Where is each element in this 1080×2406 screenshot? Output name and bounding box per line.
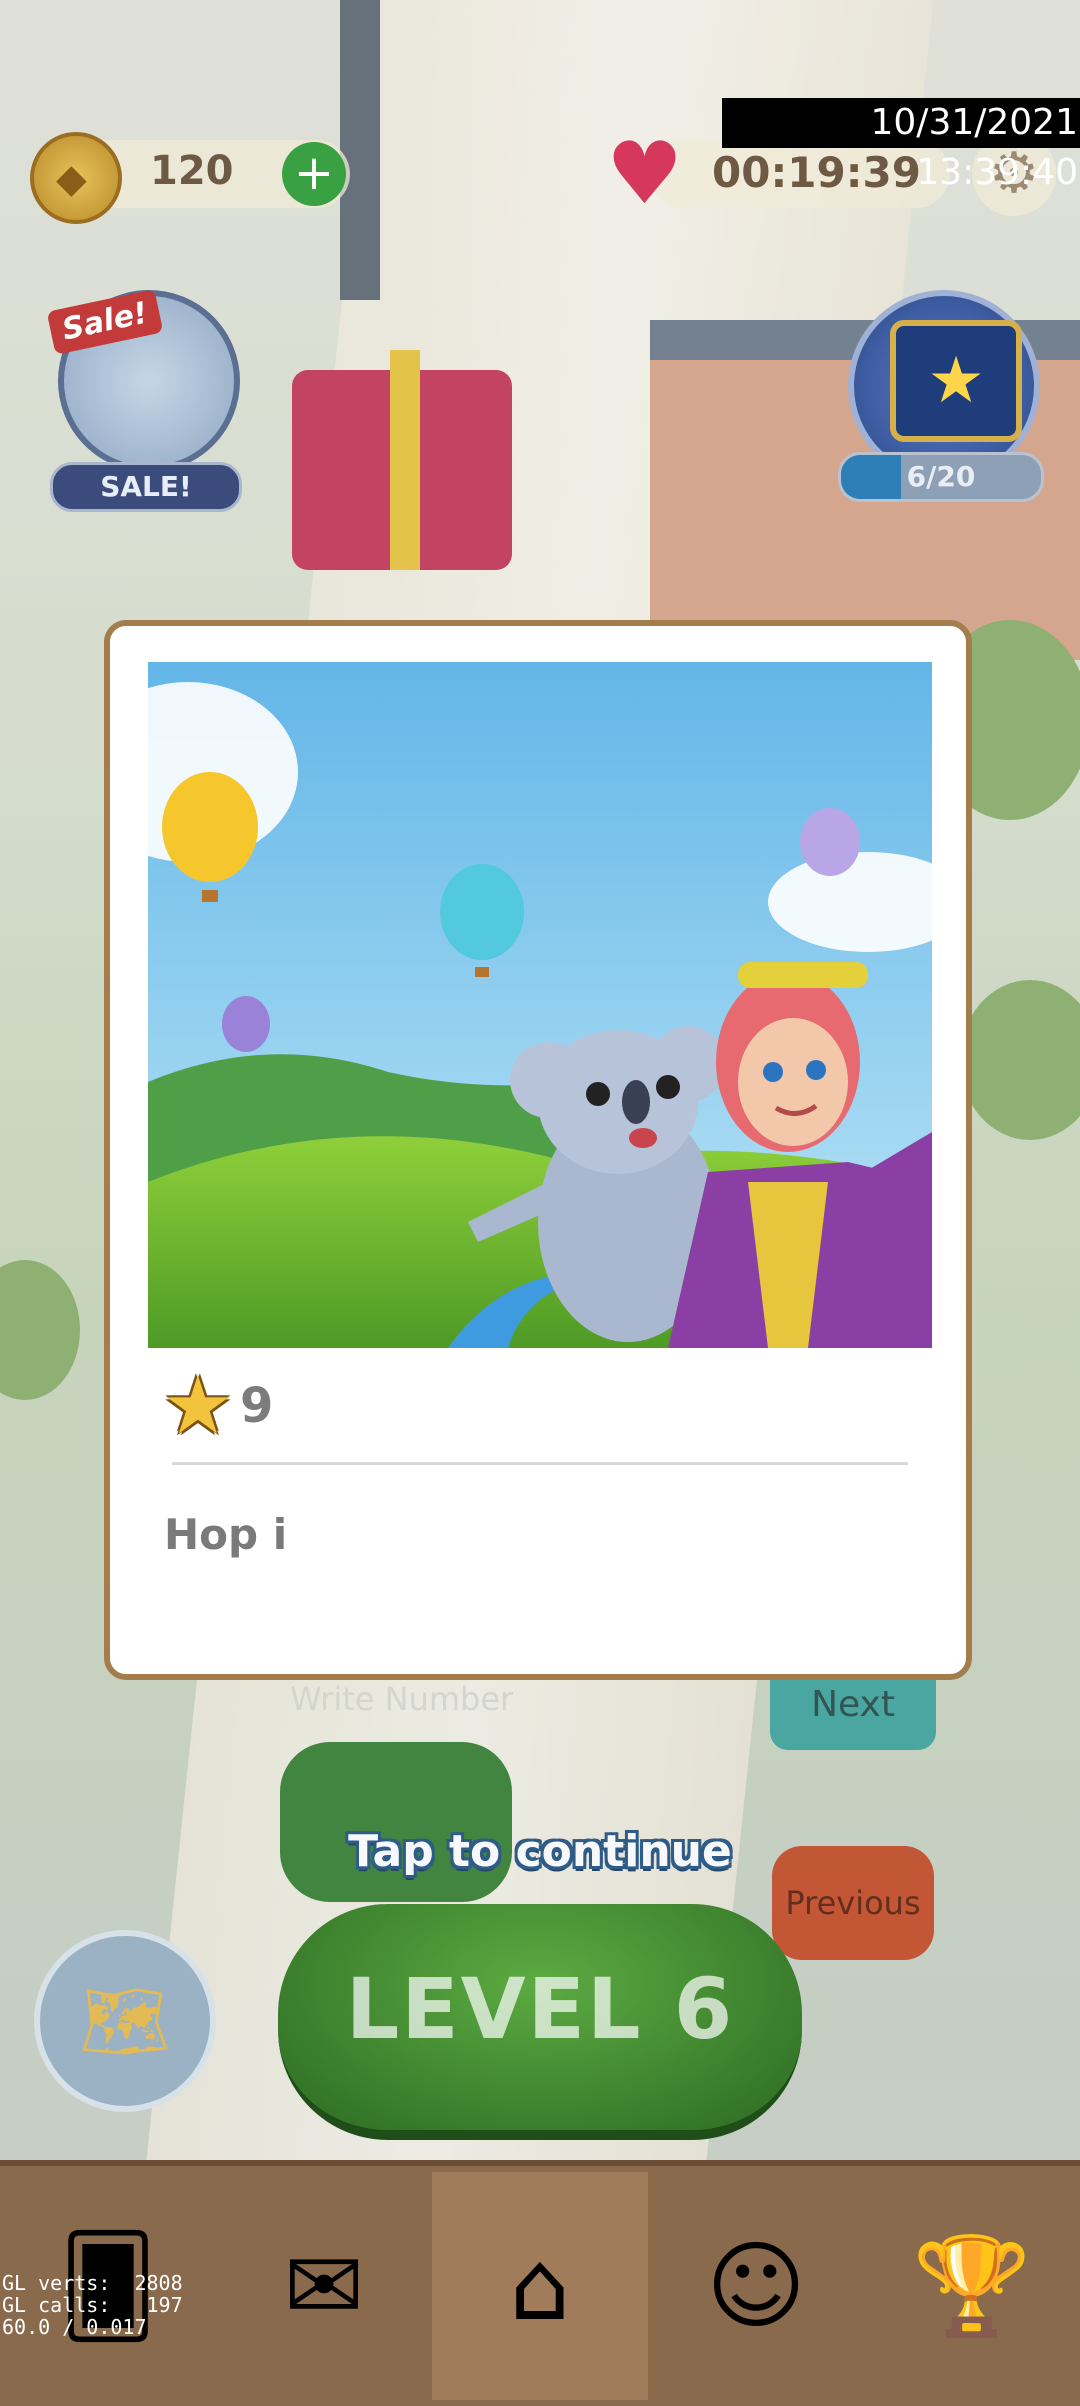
- story-text: Hop i: [164, 1510, 288, 1559]
- home-icon: ⌂: [509, 2230, 571, 2342]
- story-illustration: [148, 662, 932, 1348]
- modal-divider: [172, 1462, 908, 1465]
- star-chest-icon: ★: [890, 320, 1022, 442]
- trophy-icon: 🏆: [912, 2230, 1032, 2342]
- nav-trophy[interactable]: 🏆: [864, 2172, 1080, 2400]
- team-icon: ☺: [705, 2230, 807, 2342]
- debug-line: 60.0 / 0.017: [2, 2315, 147, 2339]
- debug-line: GL verts: 2808: [2, 2271, 183, 2295]
- nav-home[interactable]: ⌂: [432, 2172, 648, 2400]
- balloon-purple-small: [222, 996, 270, 1052]
- green-button[interactable]: [280, 1742, 512, 1902]
- tap-to-continue[interactable]: Tap to continue: [0, 1826, 1080, 1877]
- map-icon: 🗺: [79, 1979, 171, 2063]
- map-button[interactable]: 🗺: [34, 1930, 216, 2112]
- nav-team[interactable]: ☺: [648, 2172, 864, 2400]
- datetime-overlay: 10/31/2021 13:39:40: [722, 98, 1080, 193]
- balloon-purple-right: [800, 808, 860, 876]
- nav-mail[interactable]: ✉: [216, 2172, 432, 2400]
- star-icon: ★: [162, 1359, 234, 1452]
- star-chest-progress: 6/20: [838, 452, 1044, 502]
- gift-ribbon: [390, 350, 420, 570]
- lives-timer: 00:19:39: [712, 148, 921, 197]
- sale-button[interactable]: SALE!: [50, 462, 242, 512]
- add-coins-button[interactable]: +: [282, 142, 346, 206]
- coin-icon: ◆: [30, 132, 122, 224]
- coin-amount: 120: [150, 148, 234, 194]
- star-progress-label: 6/20: [906, 460, 976, 493]
- star-progress-fill: [841, 455, 901, 499]
- infinity-heart-icon: ♥: [606, 124, 684, 224]
- write-number-input[interactable]: Write Number: [290, 1680, 513, 1718]
- illustration-svg: [148, 662, 932, 1348]
- debug-line: GL calls: 197: [2, 2293, 183, 2317]
- debug-overlay: GL verts: 2808 GL calls: 197 60.0 / 0.01…: [2, 2272, 183, 2338]
- reward-star-count: 9: [240, 1378, 274, 1434]
- level-label: LEVEL 6: [345, 1960, 735, 2058]
- mail-heart-icon: ✉: [283, 2230, 365, 2342]
